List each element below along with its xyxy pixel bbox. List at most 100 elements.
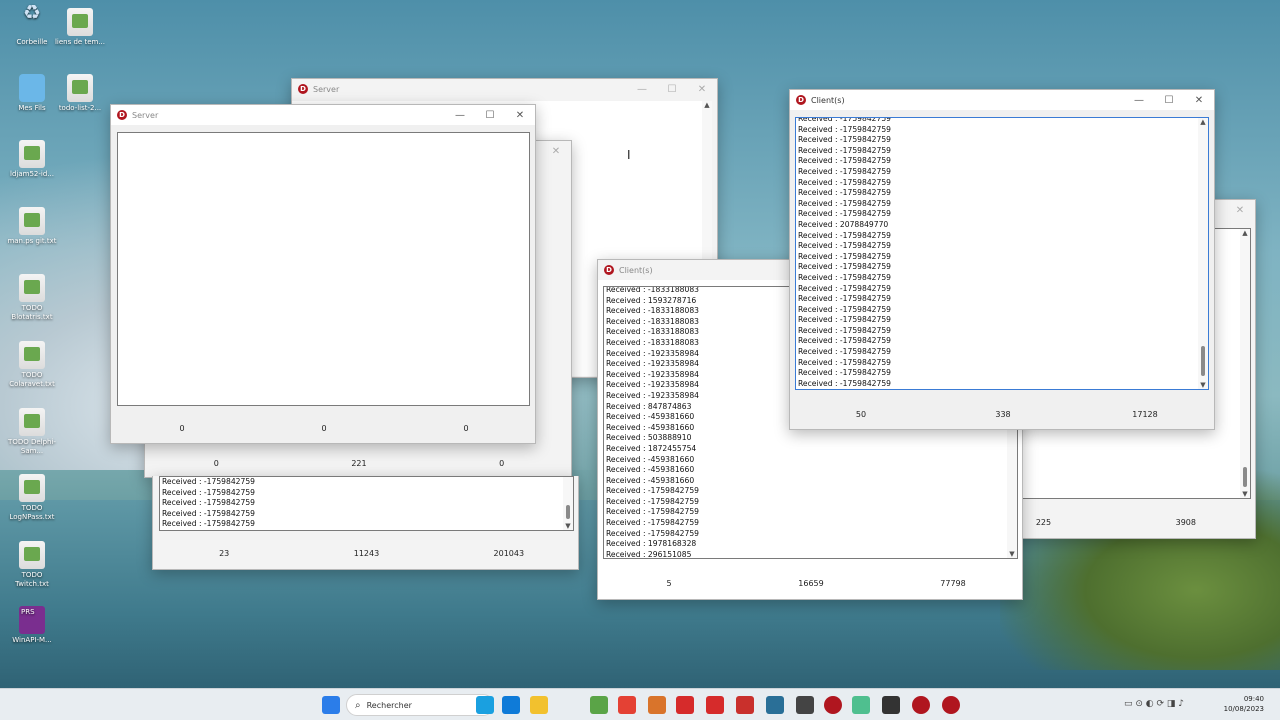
list-item[interactable]: Received : -459381660 xyxy=(606,476,699,487)
list-item[interactable]: Received : -459381660 xyxy=(606,423,699,434)
rad-studio-2-icon[interactable] xyxy=(706,696,724,714)
list-item[interactable]: Received : -1759842759 xyxy=(798,347,891,358)
scrollbar[interactable]: ▼ xyxy=(563,477,573,530)
notes-icon[interactable] xyxy=(796,696,814,714)
edge-icon[interactable] xyxy=(502,696,520,714)
desktop-icon[interactable]: TODO LogNPass.txt xyxy=(4,474,60,522)
close-button[interactable]: ✕ xyxy=(687,84,717,95)
desktop-icon[interactable]: WinAPI-M... xyxy=(4,606,60,645)
list-item[interactable]: Received : -1833188083 xyxy=(606,287,699,296)
delphi-app-icon[interactable] xyxy=(824,696,842,714)
scroll-down-arrow[interactable]: ▼ xyxy=(1198,381,1208,389)
close-button[interactable]: ✕ xyxy=(541,146,571,157)
scroll-up-arrow[interactable]: ▲ xyxy=(1198,118,1208,126)
scroll-thumb[interactable] xyxy=(1243,467,1247,487)
list-item[interactable]: Received : -1923358984 xyxy=(606,359,699,370)
list-item[interactable]: Received : -1759842759 xyxy=(798,209,891,220)
app-icon[interactable] xyxy=(852,696,870,714)
scroll-down-arrow[interactable]: ▼ xyxy=(563,522,573,530)
file-explorer-icon[interactable] xyxy=(530,696,548,714)
scroll-thumb[interactable] xyxy=(1201,346,1205,376)
list-item[interactable]: Received : -1759842759 xyxy=(798,118,891,125)
list-item[interactable]: Received : -459381660 xyxy=(606,465,699,476)
list-item[interactable]: Received : 503888910 xyxy=(606,433,699,444)
list-item[interactable]: Received : -459381660 xyxy=(606,412,699,423)
scroll-up-arrow[interactable]: ▲ xyxy=(1240,229,1250,237)
tray-icons[interactable]: ▭ ⊙ ◐ ⟳ ◨ ♪ xyxy=(1124,699,1184,709)
copilot-icon[interactable] xyxy=(476,696,494,714)
maximize-button[interactable]: ☐ xyxy=(475,110,505,121)
list-item[interactable]: Received : -1759842759 xyxy=(798,273,891,284)
list-item[interactable]: Received : -1759842759 xyxy=(606,529,699,540)
list-item[interactable]: Received : -1759842759 xyxy=(798,125,891,136)
list-item[interactable]: Received : -1759842759 xyxy=(606,497,699,508)
list-item[interactable]: Received : -1759842759 xyxy=(162,509,255,520)
titlebar[interactable]: D Client(s) — ☐ ✕ xyxy=(790,90,1214,110)
server-window-front[interactable]: D Server — ☐ ✕ 0 0 0 xyxy=(110,104,536,444)
scroll-up-arrow[interactable]: ▲ xyxy=(702,101,712,109)
scrollbar[interactable]: ▲ ▼ xyxy=(1240,229,1250,498)
list-item[interactable]: Received : -1759842759 xyxy=(162,498,255,509)
list-item[interactable]: Received : 1593278716 xyxy=(606,296,699,307)
log-listbox[interactable] xyxy=(117,132,530,406)
list-item[interactable]: Received : -1759842759 xyxy=(606,507,699,518)
list-item[interactable]: Received : 1978168328 xyxy=(606,539,699,550)
list-item[interactable]: Received : -1759842759 xyxy=(798,252,891,263)
filezilla-icon[interactable] xyxy=(736,696,754,714)
list-item[interactable]: Received : -1759842759 xyxy=(162,477,255,488)
list-item[interactable]: Received : -1759842759 xyxy=(798,199,891,210)
list-item[interactable]: Received : -1759842759 xyxy=(798,146,891,157)
list-item[interactable]: Received : -1833188083 xyxy=(606,338,699,349)
archive-icon[interactable] xyxy=(648,696,666,714)
windows-start-icon[interactable] xyxy=(322,696,340,714)
rad-studio-icon[interactable] xyxy=(676,696,694,714)
log-listbox[interactable]: Received : -1759842759Received : -175984… xyxy=(159,476,574,531)
list-item[interactable]: Received : -1759842759 xyxy=(798,188,891,199)
desktop-icon[interactable]: TODO Blotatris.txt xyxy=(4,274,60,322)
maximize-button[interactable]: ☐ xyxy=(657,84,687,95)
minimize-button[interactable]: — xyxy=(1124,95,1154,106)
document-icon[interactable] xyxy=(882,696,900,714)
scroll-thumb[interactable] xyxy=(566,505,570,519)
desktop-icon[interactable]: TODO Colaravet.txt xyxy=(4,341,60,389)
desktop-icon[interactable]: todo-list-2... xyxy=(52,74,108,113)
minimize-button[interactable]: — xyxy=(627,84,657,95)
desktop-icon[interactable]: ldjam52-id... xyxy=(4,140,60,179)
list-item[interactable]: Received : -1759842759 xyxy=(798,167,891,178)
list-item[interactable]: Received : -1759842759 xyxy=(798,135,891,146)
list-item[interactable]: Received : 296151085 xyxy=(606,550,699,558)
list-item[interactable]: Received : 847874863 xyxy=(606,402,699,413)
list-item[interactable]: Received : -1833188083 xyxy=(606,306,699,317)
delphi-app-2-icon[interactable] xyxy=(912,696,930,714)
scroll-down-arrow[interactable]: ▼ xyxy=(1240,490,1250,498)
list-item[interactable]: Received : -1759842759 xyxy=(798,156,891,167)
notepad-icon[interactable] xyxy=(590,696,608,714)
taskbar-search[interactable]: ⌕ Rechercher xyxy=(346,694,494,716)
list-item[interactable]: Received : -1759842759 xyxy=(798,178,891,189)
list-item[interactable]: Received : -1759842759 xyxy=(798,379,891,389)
client-window-left[interactable]: Received : -1759842759 Received : -175984… xyxy=(152,476,579,570)
titlebar[interactable]: D Server — ☐ ✕ xyxy=(111,105,535,125)
list-item[interactable]: Received : -1833188083 xyxy=(606,317,699,328)
list-item[interactable]: Received : -1759842759 xyxy=(798,262,891,273)
list-item[interactable]: Received : 2078849770 xyxy=(798,220,891,231)
desktop-icon[interactable]: TODO Delphi-Sam... xyxy=(4,408,60,456)
list-item[interactable]: Received : -1923358984 xyxy=(606,349,699,360)
close-button[interactable]: ✕ xyxy=(505,110,535,121)
list-item[interactable]: Received : -1923358984 xyxy=(606,380,699,391)
list-item[interactable]: Received : -1833188083 xyxy=(606,327,699,338)
close-button[interactable]: ✕ xyxy=(1225,205,1255,216)
list-item[interactable]: Received : -1759842759 xyxy=(798,294,891,305)
titlebar[interactable]: D Server — ☐ ✕ xyxy=(292,79,717,99)
log-listbox[interactable]: Received : -1759842759Received : -175984… xyxy=(795,117,1209,390)
maximize-button[interactable]: ☐ xyxy=(1154,95,1184,106)
scrollbar[interactable]: ▲ ▼ xyxy=(1198,118,1208,389)
client-window-active[interactable]: D Client(s) — ☐ ✕ Received : -1759842759… xyxy=(789,89,1215,430)
desktop-icon[interactable]: man.ps git.txt xyxy=(4,207,60,246)
list-item[interactable]: Received : -1759842759 xyxy=(798,284,891,295)
list-item[interactable]: Received : -1759842759 xyxy=(798,358,891,369)
close-button[interactable]: ✕ xyxy=(1184,95,1214,106)
list-item[interactable]: Received : -459381660 xyxy=(606,455,699,466)
list-item[interactable]: Received : -1759842759 xyxy=(162,488,255,499)
list-item[interactable]: Received : -1759842759 xyxy=(606,486,699,497)
